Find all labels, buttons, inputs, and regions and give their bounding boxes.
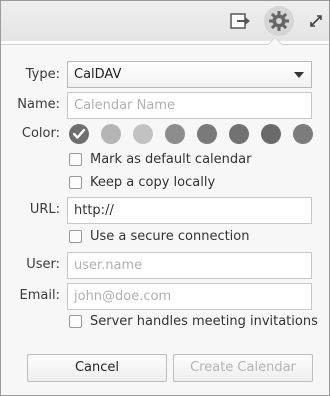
export-icon[interactable] [228, 8, 254, 34]
keep-copy-checkbox[interactable] [69, 175, 82, 189]
color-label: Color: [21, 126, 60, 141]
user-input[interactable] [67, 252, 312, 279]
type-label: Type: [25, 67, 60, 82]
secure-connection-checkbox[interactable] [69, 229, 82, 243]
secure-connection-label: Use a secure connection [90, 228, 250, 244]
toolbar [1, 1, 329, 41]
color-swatch[interactable] [229, 124, 249, 144]
default-calendar-checkbox[interactable] [69, 152, 82, 166]
color-swatch[interactable] [165, 124, 185, 144]
popover-caret [267, 37, 283, 45]
color-swatch[interactable] [101, 124, 121, 144]
color-swatch[interactable] [69, 124, 89, 144]
email-label: Email: [19, 288, 60, 303]
email-input[interactable] [67, 283, 312, 310]
checkmark-icon [69, 124, 89, 144]
keep-copy-label: Keep a copy locally [90, 174, 216, 190]
create-calendar-button[interactable]: Create Calendar [173, 354, 313, 382]
color-swatch[interactable] [197, 124, 217, 144]
type-select[interactable]: CalDAV [67, 61, 312, 88]
gear-icon[interactable] [264, 6, 294, 36]
color-swatch[interactable] [293, 124, 313, 144]
color-swatch[interactable] [261, 124, 281, 144]
meeting-invitations-checkbox[interactable] [69, 314, 82, 328]
keep-copy-option[interactable]: Keep a copy locally [69, 173, 215, 191]
secure-connection-option[interactable]: Use a secure connection [69, 227, 250, 245]
url-label: URL: [29, 202, 60, 217]
color-swatch[interactable] [133, 124, 153, 144]
cancel-button[interactable]: Cancel [27, 354, 167, 382]
expand-icon[interactable] [305, 8, 327, 34]
meeting-invitations-option[interactable]: Server handles meeting invitations [69, 312, 318, 330]
meeting-invitations-label: Server handles meeting invitations [90, 313, 318, 329]
default-calendar-label: Mark as default calendar [90, 151, 252, 167]
dropdown-arrow-icon [294, 72, 304, 78]
default-calendar-option[interactable]: Mark as default calendar [69, 150, 251, 168]
calendar-name-input[interactable] [67, 92, 312, 119]
name-label: Name: [17, 97, 60, 112]
url-input[interactable] [67, 197, 312, 224]
type-select-value: CalDAV [74, 67, 122, 82]
user-label: User: [26, 257, 60, 272]
